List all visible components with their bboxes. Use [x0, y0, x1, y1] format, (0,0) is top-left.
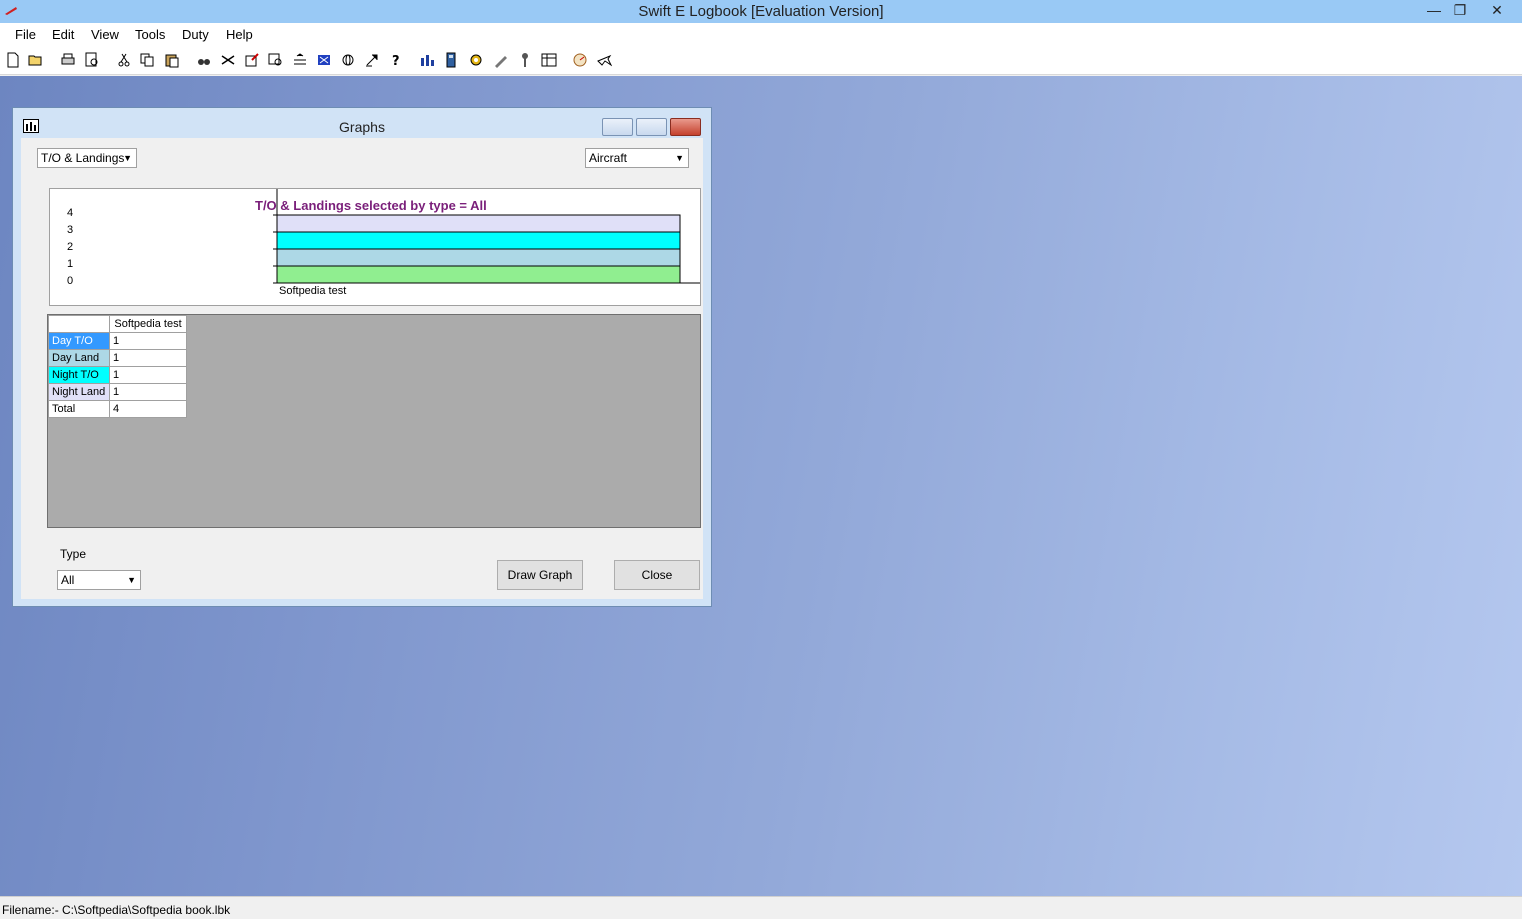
edit-record-icon[interactable] — [244, 52, 260, 68]
paste-icon[interactable] — [164, 52, 180, 68]
menu-tools[interactable]: Tools — [135, 27, 165, 42]
table-cell[interactable]: 4 — [109, 400, 187, 418]
bar-segment — [276, 214, 681, 233]
table-row: Night Land 1 — [48, 383, 187, 401]
table-row-label[interactable]: Night T/O — [48, 366, 110, 384]
gauge-icon[interactable] — [572, 52, 588, 68]
table-row: Day Land 1 — [48, 349, 187, 367]
group-select-value: Aircraft — [589, 151, 628, 165]
open-folder-icon[interactable] — [28, 52, 44, 68]
find-icon[interactable] — [268, 52, 284, 68]
table-icon[interactable] — [541, 52, 557, 68]
table-row: Total 4 — [48, 400, 187, 418]
calculator-icon[interactable] — [443, 52, 459, 68]
table-cell[interactable]: 1 — [109, 332, 187, 350]
bar-segment — [276, 265, 681, 284]
scissors-icon[interactable] — [220, 52, 236, 68]
group-select[interactable]: Aircraft ▼ — [585, 148, 689, 168]
print-icon[interactable] — [60, 52, 76, 68]
menu-bar: File Edit View Tools Duty Help — [0, 23, 1522, 45]
menu-edit[interactable]: Edit — [52, 27, 74, 42]
chevron-down-icon: ▼ — [127, 575, 136, 585]
globe-icon[interactable] — [340, 52, 356, 68]
bar-segment — [276, 248, 681, 267]
category-select-value: T/O & Landings — [41, 151, 125, 165]
copy-icon[interactable] — [139, 52, 155, 68]
chevron-down-icon: ▼ — [675, 153, 684, 163]
graphs-restore-button[interactable] — [636, 118, 667, 136]
filter-icon[interactable] — [316, 52, 332, 68]
x-tick-label: Softpedia test — [279, 285, 347, 297]
chart-plot — [273, 189, 700, 284]
table-cell[interactable]: 1 — [109, 366, 187, 384]
settings-icon[interactable] — [468, 52, 484, 68]
binoculars-icon[interactable] — [196, 52, 212, 68]
type-select[interactable]: All ▼ — [57, 570, 141, 590]
data-table: Softpedia test Day T/O 1 Day Land 1 Nigh… — [48, 315, 187, 418]
table-cell[interactable]: 1 — [109, 383, 187, 401]
table-header-row: Softpedia test — [48, 315, 187, 333]
table-row: Night T/O 1 — [48, 366, 187, 384]
rows-icon[interactable] — [292, 52, 308, 68]
type-label: Type — [60, 547, 87, 561]
graphs-window: Graphs T/O & Landings ▼ Aircraft ▼ T/O &… — [12, 107, 712, 607]
menu-help[interactable]: Help — [226, 27, 253, 42]
graphs-minimize-button[interactable] — [602, 118, 633, 136]
table-row-label[interactable]: Day T/O — [48, 332, 110, 350]
table-corner-cell — [48, 315, 110, 333]
type-select-value: All — [61, 573, 75, 587]
plane-icon[interactable] — [596, 52, 612, 68]
status-bar: Filename:- C:\Softpedia\Softpedia book.l… — [0, 896, 1522, 919]
graphs-close-button[interactable] — [670, 118, 701, 136]
toolbar: ? — [0, 45, 1522, 75]
menu-duty[interactable]: Duty — [182, 27, 209, 42]
status-filename: Filename:- C:\Softpedia\Softpedia book.l… — [2, 903, 231, 917]
cut-icon[interactable] — [116, 52, 132, 68]
menu-file[interactable]: File — [15, 27, 36, 42]
svg-text:?: ? — [392, 54, 400, 68]
category-select[interactable]: T/O & Landings ▼ — [37, 148, 137, 168]
help-icon[interactable]: ? — [388, 52, 404, 68]
edit-pen-icon[interactable] — [493, 52, 509, 68]
graphs-client: T/O & Landings ▼ Aircraft ▼ T/O & Landin… — [21, 138, 703, 599]
data-grid: Softpedia test Day T/O 1 Day Land 1 Nigh… — [47, 314, 701, 528]
key-icon[interactable] — [517, 52, 533, 68]
restore-button[interactable]: ❐ — [1443, 0, 1477, 22]
close-dialog-button[interactable]: Close — [614, 560, 700, 590]
chevron-down-icon: ▼ — [123, 153, 132, 163]
table-column-header[interactable]: Softpedia test — [109, 315, 187, 333]
expand-icon[interactable] — [364, 52, 380, 68]
table-cell[interactable]: 1 — [109, 349, 187, 367]
new-file-icon[interactable] — [5, 52, 21, 68]
print-preview-icon[interactable] — [84, 52, 100, 68]
table-row: Day T/O 1 — [48, 332, 187, 350]
table-row-label[interactable]: Day Land — [48, 349, 110, 367]
table-row-label[interactable]: Total — [48, 400, 110, 418]
bar-chart-icon[interactable] — [419, 52, 435, 68]
title-bar: Swift E Logbook [Evaluation Version] — ❐… — [0, 0, 1522, 23]
window-title: Swift E Logbook [Evaluation Version] — [638, 3, 884, 20]
table-row-label[interactable]: Night Land — [48, 383, 110, 401]
chart: T/O & Landings selected by type = All 43… — [49, 188, 701, 306]
close-button[interactable]: ✕ — [1480, 0, 1514, 22]
draw-graph-button[interactable]: Draw Graph — [497, 560, 583, 590]
bar-segment — [276, 231, 681, 250]
menu-view[interactable]: View — [91, 27, 119, 42]
